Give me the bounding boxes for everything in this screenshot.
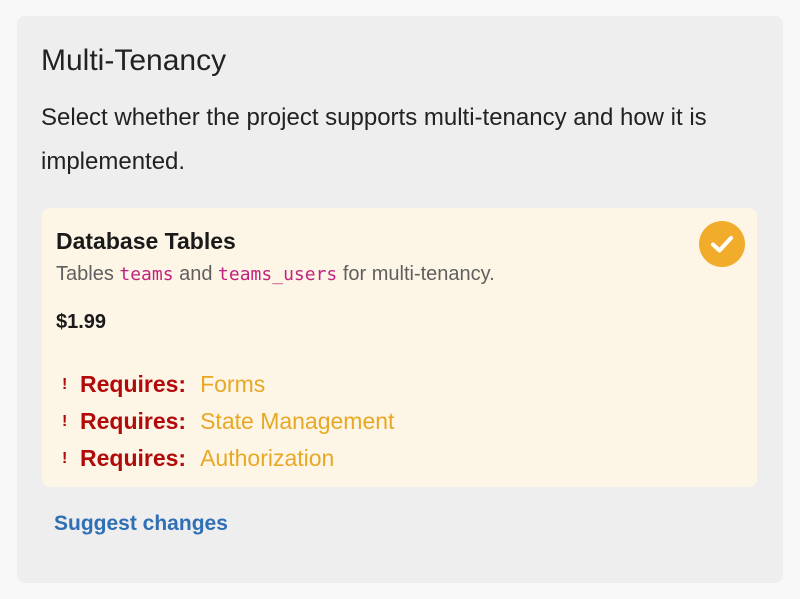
requires-label: Requires: — [80, 408, 187, 434]
exclamation-icon: ! — [62, 412, 68, 430]
check-circle-icon — [699, 221, 745, 267]
option-card-database-tables[interactable]: Database Tables Tables teams and teams_u… — [42, 208, 757, 487]
code-teams-users: teams_users — [218, 264, 338, 285]
desc-and: and — [173, 263, 219, 285]
desc-suffix: for multi-tenancy. — [337, 263, 495, 285]
section-description: Select whether the project supports mult… — [41, 104, 707, 175]
option-description: Tables teams and teams_users for multi-t… — [56, 263, 495, 286]
requires-label: Requires: — [80, 445, 187, 471]
requirement-authorization: ! Requires: Authorization — [62, 440, 394, 477]
requirement-link-state-management[interactable]: State Management — [200, 408, 394, 435]
requirement-state-management: ! Requires: State Management — [62, 403, 394, 440]
multi-tenancy-panel: Multi-Tenancy Select whether the project… — [17, 16, 783, 583]
code-teams: teams — [119, 264, 174, 285]
exclamation-icon: ! — [62, 375, 68, 393]
requirement-forms: ! Requires: Forms — [62, 366, 394, 403]
option-price: $1.99 — [56, 311, 107, 333]
requirement-link-forms[interactable]: Forms — [200, 371, 265, 398]
option-title: Database Tables — [56, 228, 236, 254]
exclamation-icon: ! — [62, 449, 68, 467]
section-title: Multi-Tenancy — [41, 44, 227, 77]
requirements-list: ! Requires: Forms ! Requires: State Mana… — [62, 366, 394, 477]
desc-prefix: Tables — [56, 263, 120, 285]
requires-label: Requires: — [80, 371, 187, 397]
requirement-link-authorization[interactable]: Authorization — [200, 445, 334, 472]
suggest-changes-link[interactable]: Suggest changes — [54, 512, 228, 536]
